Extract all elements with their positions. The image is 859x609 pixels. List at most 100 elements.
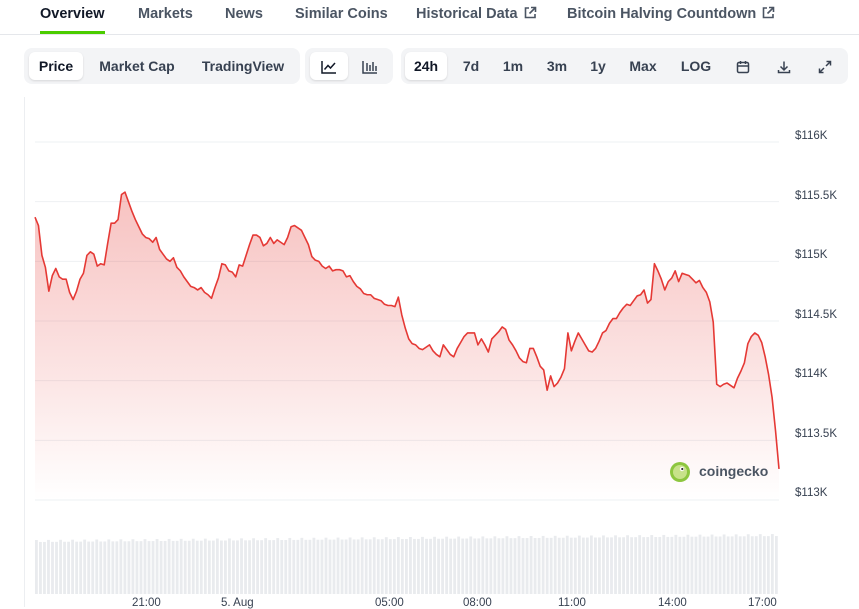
volume-bar [433, 536, 436, 594]
volume-bar [272, 540, 276, 594]
volume-bar [400, 539, 404, 594]
volume-bar [244, 540, 247, 594]
volume-bar [469, 536, 473, 594]
volume-bar [240, 538, 243, 594]
volume-bar [163, 540, 167, 594]
volume-bar [682, 536, 686, 594]
y-axis-label: $115K [795, 249, 828, 261]
volume-bar [489, 538, 493, 594]
volume-bar [565, 535, 569, 594]
log-scale-button[interactable]: LOG [673, 52, 719, 80]
range-1y-button[interactable]: 1y [582, 52, 614, 80]
range-24h-button[interactable]: 24h [405, 52, 447, 80]
range-3m-button[interactable]: 3m [538, 52, 576, 80]
volume-bar [557, 537, 561, 594]
y-axis-label: $114K [795, 368, 828, 380]
fullscreen-icon [818, 58, 832, 74]
volume-bar [461, 538, 465, 594]
volume-bar [501, 538, 505, 594]
volume-bar [300, 537, 304, 594]
tab-markets[interactable]: Markets [138, 0, 193, 30]
volume-bar [658, 536, 662, 594]
volume-bar [513, 538, 517, 594]
tab-overview[interactable]: Overview [40, 0, 105, 34]
volume-bar [284, 539, 288, 594]
volume-bar [766, 536, 770, 594]
volume-bar [622, 537, 625, 594]
date-picker-button[interactable] [727, 52, 759, 80]
tab-bitcoin-halving-countdown[interactable]: Bitcoin Halving Countdown [567, 0, 775, 30]
view-price-button[interactable]: Price [29, 52, 83, 80]
fullscreen-button[interactable] [809, 52, 841, 80]
volume-bar [127, 541, 131, 594]
price-chart[interactable] [0, 85, 859, 607]
volume-bar [421, 536, 424, 594]
volume-bar [449, 538, 453, 594]
line-chart-button[interactable] [310, 52, 348, 80]
tab-historical-data[interactable]: Historical Data [416, 0, 537, 30]
volume-bar [268, 540, 272, 594]
volume-bar [481, 536, 485, 594]
volume-bar [207, 540, 211, 594]
line-chart-icon [321, 58, 337, 75]
range-7d-button[interactable]: 7d [453, 52, 489, 80]
volume-bar [630, 537, 634, 594]
volume-bar [143, 539, 147, 594]
volume-bar [39, 541, 42, 594]
volume-bar [51, 541, 54, 594]
volume-bar [465, 538, 469, 594]
view-market-cap-button[interactable]: Market Cap [89, 52, 185, 80]
candlestick-chart-icon [362, 58, 378, 75]
volume-bar [147, 541, 151, 594]
view-tradingview-button[interactable]: TradingView [191, 52, 295, 80]
volume-bar [219, 540, 223, 594]
volume-bar [356, 539, 360, 594]
volume-bar [610, 537, 613, 594]
volume-bar [654, 537, 658, 594]
volume-bar [770, 534, 774, 594]
volume-bar [702, 536, 706, 594]
volume-bar [678, 536, 682, 594]
volume-bar [577, 535, 581, 594]
volume-bar [67, 541, 70, 594]
volume-bar [228, 538, 231, 594]
volume-bar [388, 539, 392, 594]
volume-bar [175, 540, 179, 594]
volume-bar [324, 537, 328, 594]
range-1m-button[interactable]: 1m [495, 52, 531, 80]
volume-bar [413, 538, 416, 594]
volume-bar [123, 541, 127, 594]
download-button[interactable] [768, 52, 800, 80]
volume-bar [352, 539, 356, 594]
volume-bar [47, 539, 50, 594]
volume-bar [650, 535, 654, 594]
tab-bar: Overview Markets News Similar Coins Hist… [0, 0, 859, 35]
volume-bar [634, 537, 638, 594]
volume-bar [429, 538, 432, 594]
range-max-button[interactable]: Max [622, 52, 664, 80]
candlestick-chart-button[interactable] [351, 52, 389, 80]
y-axis-label: $114.5K [795, 309, 837, 321]
volume-bar [525, 538, 529, 594]
volume-bar [384, 537, 388, 594]
volume-bar [256, 540, 260, 594]
volume-bar [493, 536, 497, 594]
volume-bar [55, 541, 58, 594]
volume-bar [602, 535, 605, 594]
volume-bar [754, 536, 758, 594]
x-axis-label: 5. Aug [221, 597, 254, 609]
volume-bar [135, 541, 139, 594]
volume-bar [409, 536, 412, 594]
y-axis-label: $116K [795, 130, 828, 142]
volume-bar [340, 539, 344, 594]
volume-bar [79, 541, 83, 594]
volume-bar [187, 540, 191, 594]
volume-bar [183, 540, 187, 594]
volume-bar [191, 538, 195, 594]
volume-bar [517, 536, 521, 594]
volume-bar [594, 537, 597, 594]
volume-bar [111, 541, 115, 594]
volume-bar [35, 540, 38, 594]
tab-similar-coins[interactable]: Similar Coins [295, 0, 388, 30]
tab-news[interactable]: News [225, 0, 263, 30]
